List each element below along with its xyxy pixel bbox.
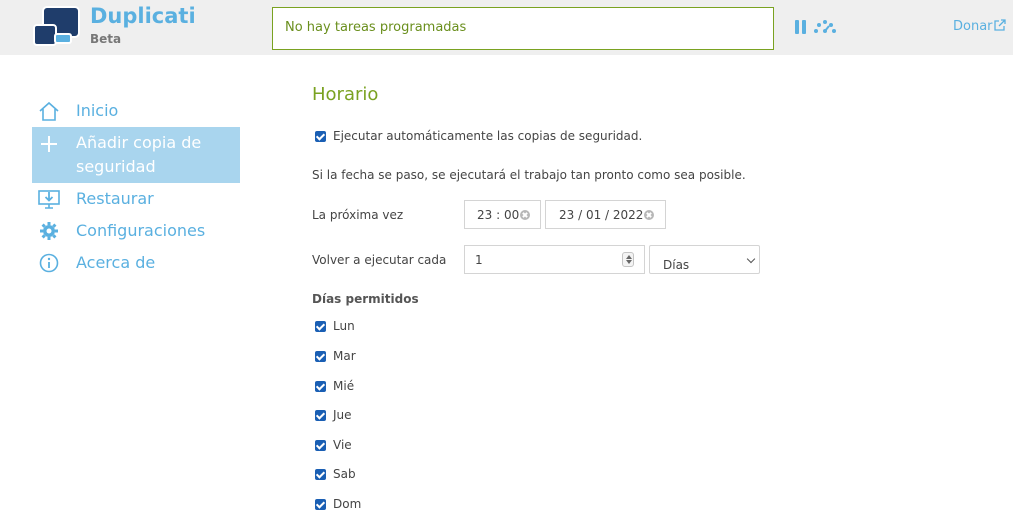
repeat-count-input[interactable]: 1 <box>464 245 645 274</box>
past-date-note: Si la fecha se paso, se ejecutará el tra… <box>312 168 746 182</box>
gear-icon <box>40 222 58 240</box>
restore-icon <box>38 190 60 209</box>
home-icon <box>39 101 59 121</box>
auto-run-label: Ejecutar automáticamente las copias de s… <box>333 129 643 143</box>
external-link-icon[interactable] <box>993 18 1007 32</box>
next-time-input[interactable]: 23 : 00 <box>464 200 541 229</box>
day-checkbox-tue[interactable] <box>315 351 326 362</box>
day-label: Sab <box>333 467 356 481</box>
sidebar-item-add-backup[interactable]: Añadir copia de seguridad <box>32 127 240 183</box>
next-date-input[interactable]: 23 / 01 / 2022 <box>545 200 666 229</box>
repeat-label: Volver a ejecutar cada <box>312 253 447 267</box>
day-checkbox-wed[interactable] <box>315 381 326 392</box>
number-spinner[interactable] <box>622 252 634 267</box>
next-time-label: La próxima vez <box>312 208 404 222</box>
sidebar-item-label: Restaurar <box>76 189 154 208</box>
chevron-down-icon <box>746 254 756 264</box>
repeat-unit-select[interactable]: Días <box>649 245 760 274</box>
sidebar-item-label-line2: seguridad <box>76 157 156 176</box>
throttle-icon[interactable] <box>813 19 837 35</box>
day-label: Mar <box>333 349 356 363</box>
next-date-value: 23 / 01 / 2022 <box>559 208 644 222</box>
status-text: No hay tareas programadas <box>285 20 467 35</box>
brand-subtitle: Beta <box>90 32 122 46</box>
day-label: Jue <box>333 408 352 422</box>
day-label: Dom <box>333 497 362 511</box>
day-checkbox-sat[interactable] <box>315 469 326 480</box>
info-icon <box>39 253 59 273</box>
next-time-value: 23 : 00 <box>477 208 520 222</box>
day-checkbox-fri[interactable] <box>315 440 326 451</box>
page-title: Horario <box>312 84 379 105</box>
status-panel: No hay tareas programadas <box>272 7 774 50</box>
sidebar-item-label: Añadir copia de <box>76 133 202 152</box>
repeat-count-value: 1 <box>475 253 483 267</box>
sidebar-item-about[interactable]: Acerca de <box>32 251 240 275</box>
day-label: Mié <box>333 379 355 393</box>
sidebar-item-label: Acerca de <box>76 253 156 272</box>
repeat-unit-value: Días <box>663 258 690 272</box>
sidebar-item-restore[interactable]: Restaurar <box>32 187 240 211</box>
duplicati-logo[interactable] <box>33 6 83 50</box>
clear-date-icon[interactable] <box>644 210 654 220</box>
sidebar-item-label: Configuraciones <box>76 221 206 240</box>
day-checkbox-thu[interactable] <box>315 410 326 421</box>
allowed-days-label: Días permitidos <box>312 292 419 306</box>
top-header: Duplicati Beta No hay tareas programadas… <box>0 0 1013 55</box>
brand-name[interactable]: Duplicati <box>90 4 196 28</box>
plus-icon <box>41 136 57 152</box>
clear-time-icon[interactable] <box>520 210 530 220</box>
sidebar-item-home[interactable]: Inicio <box>32 99 240 123</box>
day-label: Lun <box>333 319 355 333</box>
auto-run-checkbox[interactable] <box>315 131 326 142</box>
donate-link[interactable]: Donar <box>953 19 993 34</box>
pause-icon[interactable] <box>795 20 807 35</box>
day-checkbox-mon[interactable] <box>315 321 326 332</box>
day-label: Vie <box>333 438 352 452</box>
sidebar-item-settings[interactable]: Configuraciones <box>32 219 240 243</box>
day-checkbox-sun[interactable] <box>315 499 326 510</box>
sidebar-item-label: Inicio <box>76 101 119 120</box>
